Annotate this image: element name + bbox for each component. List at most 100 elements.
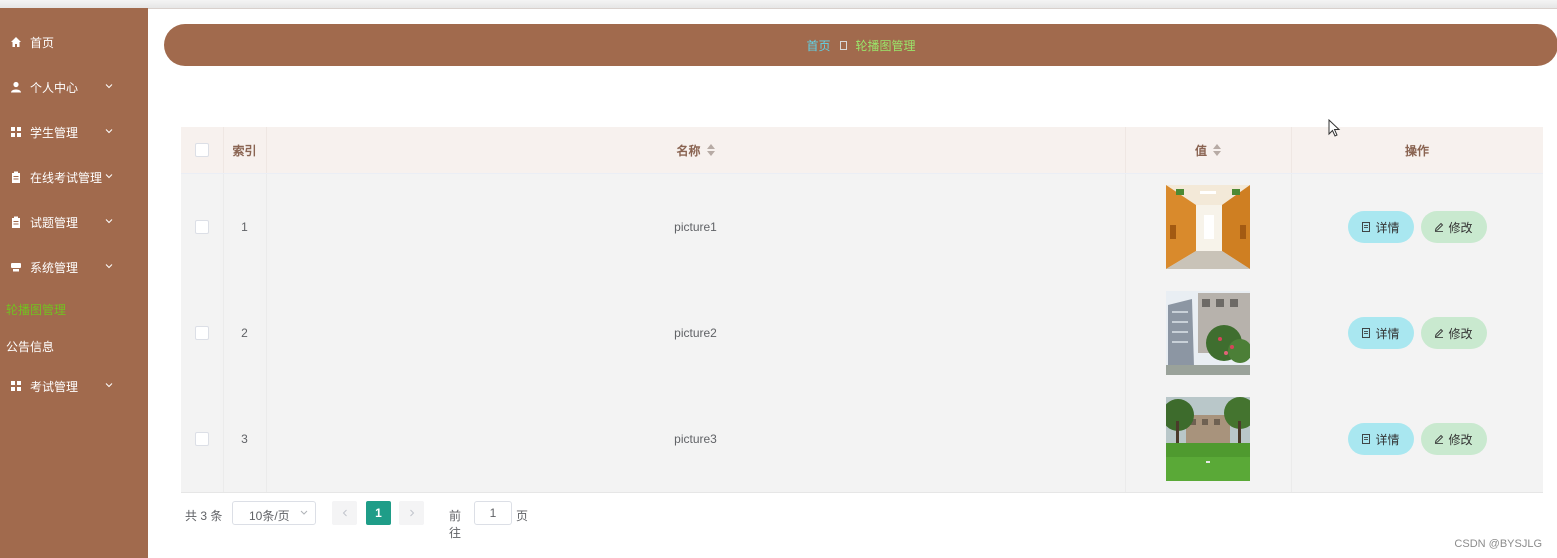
column-header-value-label: 值	[1194, 143, 1207, 158]
chevron-down-icon	[105, 174, 113, 179]
row-name: picture2	[266, 280, 1126, 386]
row-value-cell	[1125, 174, 1292, 280]
chevron-right-icon	[409, 509, 414, 517]
sidebar: 首页 个人中心 学生管理 在线考试管理 试题管理 系统管理 轮播图管理 公告信息…	[0, 8, 148, 558]
library-hall-photo[interactable]	[1166, 185, 1250, 269]
sidebar-item-online-exam-management[interactable]: 在线考试管理	[0, 162, 148, 192]
sidebar-item-exam-management[interactable]: 考试管理	[0, 371, 148, 401]
sidebar-item-label: 个人中心	[30, 80, 79, 95]
column-header-name[interactable]: 名称	[266, 127, 1126, 173]
chevron-down-icon	[105, 264, 113, 269]
page-size-select[interactable]: 10条/页	[232, 501, 316, 525]
detail-button-label: 详情	[1375, 432, 1400, 447]
document-icon	[1362, 328, 1371, 338]
pencil-icon	[1435, 328, 1444, 338]
page-size-value: 10条/页	[249, 509, 290, 523]
chevron-down-icon	[105, 219, 113, 224]
detail-button[interactable]: 详情	[1347, 423, 1414, 455]
carousel-table: 索引 名称 值 操作 1 picture1 详情 修改 2 picture2 详…	[181, 127, 1543, 493]
goto-label: 前往	[449, 509, 462, 540]
goto-page-input[interactable]: 1	[474, 501, 512, 525]
row-name: picture1	[266, 174, 1126, 280]
select-all-cell	[181, 127, 224, 173]
sort-icon[interactable]	[706, 144, 715, 156]
chevron-down-icon	[105, 84, 113, 89]
sort-icon[interactable]	[1213, 144, 1221, 156]
detail-button[interactable]: 详情	[1347, 211, 1414, 243]
document-icon	[1362, 434, 1371, 444]
row-value-cell	[1125, 386, 1292, 492]
grid-icon	[11, 381, 21, 391]
row-select-cell	[181, 280, 224, 386]
edit-button[interactable]: 修改	[1420, 211, 1487, 243]
grid-icon	[11, 127, 21, 137]
page-suffix-label: 页	[516, 509, 529, 523]
document-icon	[1362, 222, 1371, 232]
edit-button[interactable]: 修改	[1420, 317, 1487, 349]
select-all-checkbox[interactable]	[195, 143, 209, 157]
chevron-down-icon	[300, 510, 308, 515]
user-icon	[11, 81, 21, 93]
sidebar-item-system-management[interactable]: 系统管理	[0, 252, 148, 282]
sidebar-item-personal-center[interactable]: 个人中心	[0, 72, 148, 102]
detail-button-label: 详情	[1375, 326, 1400, 341]
row-select-cell	[181, 386, 224, 492]
column-header-value[interactable]: 值	[1125, 127, 1292, 173]
campus-lawn-photo[interactable]	[1166, 397, 1250, 481]
edit-button-label: 修改	[1448, 326, 1473, 341]
row-index: 1	[223, 174, 267, 280]
row-checkbox[interactable]	[195, 220, 209, 234]
watermark: CSDN @BYSJLG	[1454, 538, 1542, 550]
breadcrumb-home-link[interactable]: 首页	[806, 37, 830, 54]
row-actions: 详情 修改	[1291, 174, 1543, 280]
breadcrumb-separator-icon	[839, 40, 847, 50]
detail-button-label: 详情	[1375, 220, 1400, 235]
table-row: 1 picture1 详情 修改	[181, 174, 1543, 281]
stack-icon	[11, 263, 21, 272]
breadcrumb: 首页 轮播图管理	[164, 24, 1557, 66]
campus-building-photo[interactable]	[1166, 291, 1250, 375]
detail-button[interactable]: 详情	[1347, 317, 1414, 349]
row-value-cell	[1125, 280, 1292, 386]
sidebar-item-announcements[interactable]: 公告信息	[6, 338, 54, 355]
table-row: 2 picture2 详情 修改	[181, 280, 1543, 387]
sidebar-item-label: 在线考试管理	[30, 170, 103, 185]
row-actions: 详情 修改	[1291, 280, 1543, 386]
row-name: picture3	[266, 386, 1126, 492]
sidebar-item-label: 首页	[30, 35, 55, 50]
page-number-current[interactable]: 1	[366, 501, 391, 525]
sidebar-item-label: 试题管理	[30, 215, 79, 230]
row-checkbox[interactable]	[195, 432, 209, 446]
prev-page-button[interactable]	[332, 501, 357, 525]
pagination-total: 共 3 条	[185, 509, 223, 523]
row-actions: 详情 修改	[1291, 386, 1543, 492]
next-page-button[interactable]	[399, 501, 424, 525]
pencil-icon	[1435, 222, 1444, 232]
column-header-index: 索引	[223, 127, 267, 173]
row-index: 3	[223, 386, 267, 492]
clipboard-icon	[12, 171, 20, 183]
home-icon	[11, 37, 21, 47]
sidebar-item-label: 考试管理	[30, 379, 79, 394]
table-row: 3 picture3 详情 修改	[181, 386, 1543, 493]
edit-button-label: 修改	[1448, 432, 1473, 447]
row-checkbox[interactable]	[195, 326, 209, 340]
breadcrumb-current: 轮播图管理	[855, 38, 916, 53]
sidebar-item-label: 学生管理	[30, 125, 79, 140]
mouse-cursor-icon	[1328, 119, 1341, 137]
chevron-left-icon	[342, 509, 347, 517]
sidebar-item-student-management[interactable]: 学生管理	[0, 117, 148, 147]
clipboard-icon	[12, 216, 20, 228]
sidebar-item-question-management[interactable]: 试题管理	[0, 207, 148, 237]
edit-button[interactable]: 修改	[1420, 423, 1487, 455]
row-select-cell	[181, 174, 224, 280]
chevron-down-icon	[105, 129, 113, 134]
sidebar-item-home[interactable]: 首页	[0, 27, 148, 57]
column-header-name-label: 名称	[676, 143, 701, 158]
pencil-icon	[1435, 434, 1444, 444]
sidebar-item-carousel-management[interactable]: 轮播图管理	[6, 301, 66, 318]
edit-button-label: 修改	[1448, 220, 1473, 235]
row-index: 2	[223, 280, 267, 386]
sidebar-item-label: 系统管理	[30, 260, 79, 275]
chevron-down-icon	[105, 383, 113, 388]
